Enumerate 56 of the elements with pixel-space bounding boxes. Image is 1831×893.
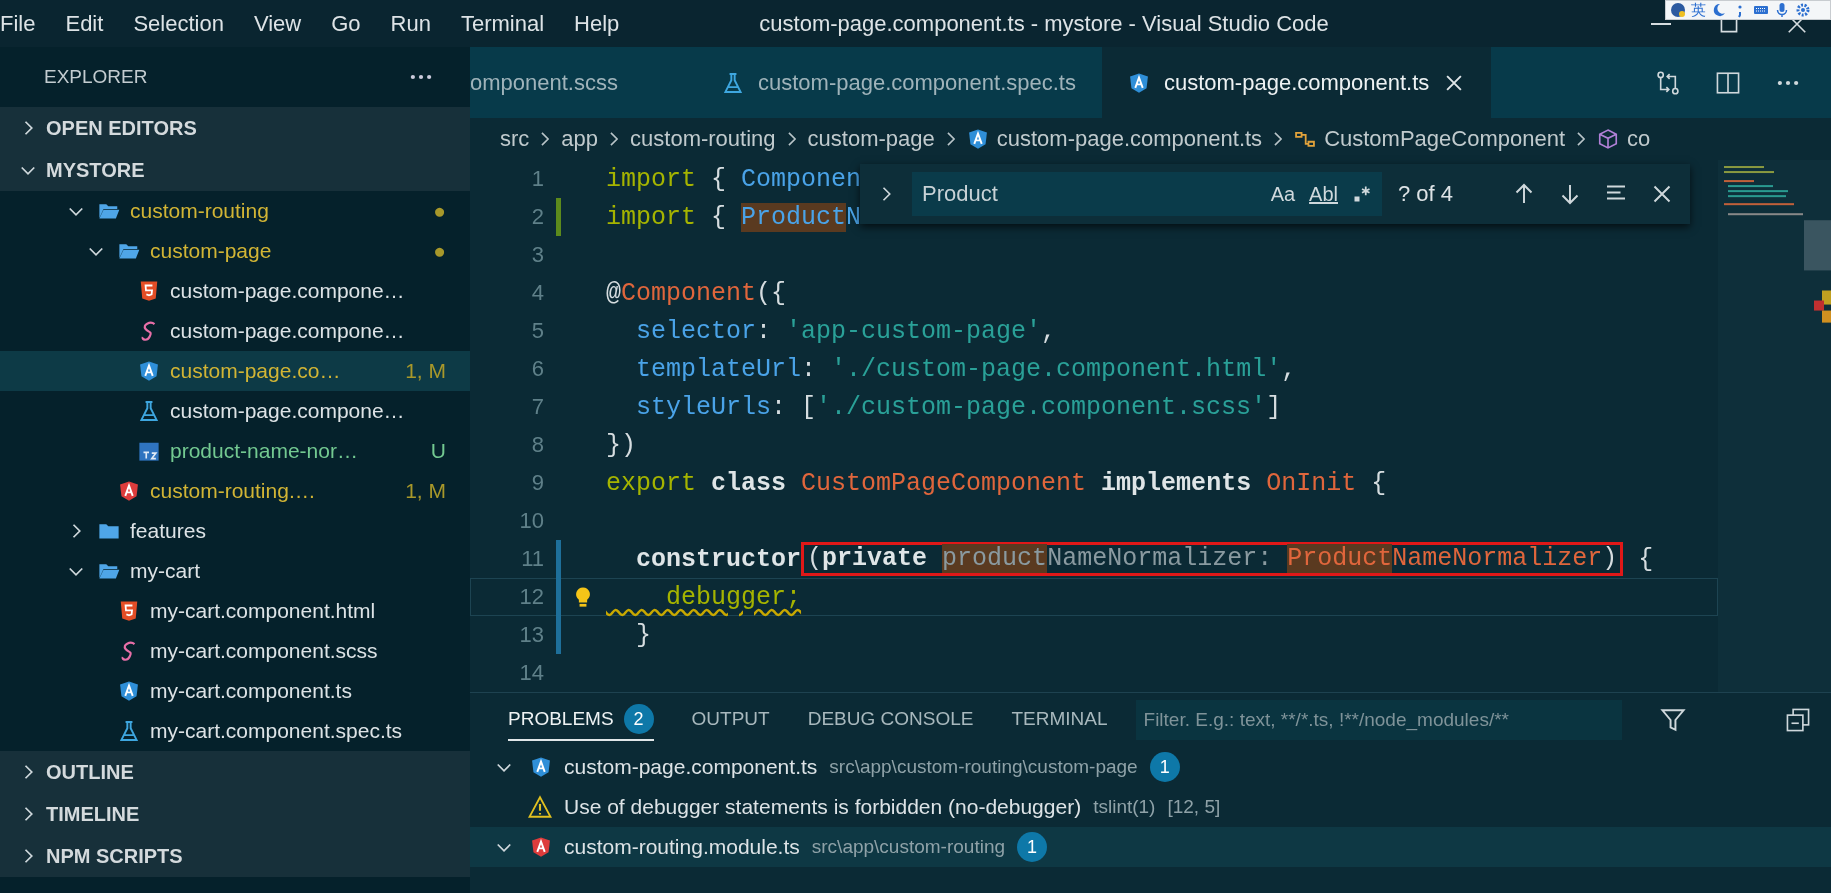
line-number: 1 <box>530 166 544 192</box>
file-name: custom-page <box>150 239 272 263</box>
file-name: my-cart <box>130 559 200 583</box>
line-number: 6 <box>530 356 544 382</box>
status-label: U <box>430 439 446 463</box>
file-name: my-cart.component.html <box>150 599 376 623</box>
count-badge: 1 <box>1017 832 1048 862</box>
status-label: ● <box>433 239 446 263</box>
problem-location: [12, 5] <box>1167 796 1221 818</box>
line-number: 9 <box>530 470 544 496</box>
line-number: 4 <box>530 280 544 306</box>
code-line: import { Componen <box>606 163 863 196</box>
file-name: my-cart.component.spec.ts <box>150 719 403 743</box>
explorer-title: EXPLORER <box>44 66 148 88</box>
count-badge: 1 <box>1149 752 1180 782</box>
file-name: custom-page.component.ts <box>564 755 818 779</box>
code-line: }) <box>606 429 637 462</box>
status-label: 1, M <box>405 359 446 383</box>
problem-source: tslint(1) <box>1093 796 1156 818</box>
line-number: 12 <box>518 584 544 610</box>
code-line: @Component({ <box>606 277 788 310</box>
file-name: custom-routing <box>130 199 269 223</box>
match-count: ? of 4 <box>1398 181 1454 207</box>
line-number: 3 <box>530 242 544 268</box>
file-name: custom-routing.… <box>150 479 316 503</box>
window-title: custom-page.component.ts - mystore - Visual Studio Code <box>759 10 1329 37</box>
line-number: 11 <box>520 546 544 572</box>
status-label: 1, M <box>405 479 446 503</box>
code-line: debugger; <box>665 581 803 614</box>
code-line: export class CustomPageComponent implements OnInit { <box>606 467 1388 500</box>
line-number: 14 <box>518 660 544 686</box>
code-line: templateUrl: './custom-page.component.html', <box>635 353 1298 386</box>
file-name: features <box>130 519 206 543</box>
code-line: constructor (private productNameNormalizer: ProductNameNormalizer) { <box>635 541 1655 578</box>
line-number: 2 <box>530 204 544 230</box>
status-label: ● <box>433 199 446 223</box>
code-line: } <box>635 619 652 652</box>
line-number: 13 <box>518 622 544 648</box>
problem-message: Use of debugger statements is forbidden (no-debugger) <box>564 795 1082 819</box>
file-path: src\app\custom-routing <box>811 836 1006 858</box>
code-line: styleUrls: ['./custom-page.component.scss'] <box>635 391 1283 424</box>
line-number: 8 <box>530 432 544 458</box>
line-number: 10 <box>518 508 544 534</box>
file-name: my-cart.component.scss <box>150 639 378 663</box>
file-path: src\app\custom-routing\custom-page <box>829 756 1138 778</box>
code-line: selector: 'app-custom-page', <box>635 315 1058 348</box>
file-name: product-name-nor… <box>170 439 358 463</box>
file-name: custom-page.co… <box>170 359 341 383</box>
file-name: custom-page.compone… <box>170 399 405 423</box>
line-number: 7 <box>530 394 544 420</box>
file-name: custom-page.compone… <box>170 319 405 343</box>
file-name: custom-routing.module.ts <box>564 835 800 859</box>
line-number: 5 <box>530 318 544 344</box>
file-name: custom-page.compone… <box>170 279 405 303</box>
file-name: my-cart.component.ts <box>150 679 352 703</box>
count-badge: 2 <box>623 704 654 734</box>
